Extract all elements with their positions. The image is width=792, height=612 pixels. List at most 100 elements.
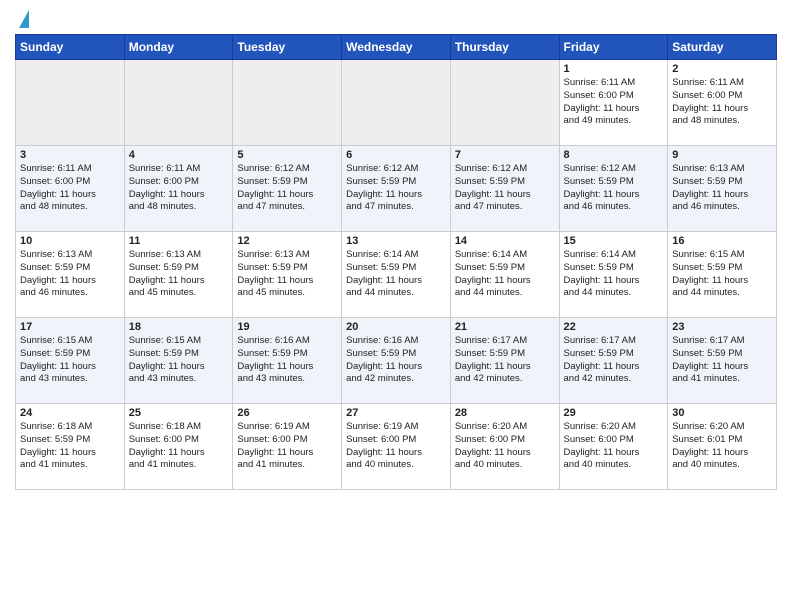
day-cell [16,60,125,146]
day-cell: 10 Sunrise: 6:13 AM Sunset: 5:59 PM Dayli… [16,232,125,318]
day-number: 2 [672,63,772,75]
day-info: Sunrise: 6:11 AM Sunset: 6:00 PM Dayligh… [564,77,664,128]
day-info: Sunrise: 6:17 AM Sunset: 5:59 PM Dayligh… [455,335,555,386]
day-number: 28 [455,407,555,419]
day-info: Sunrise: 6:14 AM Sunset: 5:59 PM Dayligh… [455,249,555,300]
day-info: Sunrise: 6:13 AM Sunset: 5:59 PM Dayligh… [672,163,772,214]
day-info: Sunrise: 6:15 AM Sunset: 5:59 PM Dayligh… [20,335,120,386]
logo-area [15,10,29,30]
day-cell: 22 Sunrise: 6:17 AM Sunset: 5:59 PM Dayli… [559,318,668,404]
day-header-wednesday: Wednesday [342,35,451,60]
day-cell: 24 Sunrise: 6:18 AM Sunset: 5:59 PM Dayli… [16,404,125,490]
day-info: Sunrise: 6:19 AM Sunset: 6:00 PM Dayligh… [346,421,446,472]
day-info: Sunrise: 6:18 AM Sunset: 5:59 PM Dayligh… [20,421,120,472]
day-number: 24 [20,407,120,419]
day-number: 22 [564,321,664,333]
day-cell [450,60,559,146]
day-cell: 27 Sunrise: 6:19 AM Sunset: 6:00 PM Dayli… [342,404,451,490]
day-cell: 14 Sunrise: 6:14 AM Sunset: 5:59 PM Dayli… [450,232,559,318]
day-info: Sunrise: 6:17 AM Sunset: 5:59 PM Dayligh… [672,335,772,386]
day-header-monday: Monday [124,35,233,60]
day-number: 9 [672,149,772,161]
day-cell: 18Sunrise: 6:15 AM Sunset: 5:59 PM Dayli… [124,318,233,404]
day-number: 12 [237,235,337,247]
day-number: 30 [672,407,772,419]
day-cell: 26 Sunrise: 6:19 AM Sunset: 6:00 PM Dayli… [233,404,342,490]
logo-text [15,10,29,30]
week-row-3: 10 Sunrise: 6:13 AM Sunset: 5:59 PM Dayli… [16,232,777,318]
day-info: Sunrise: 6:14 AM Sunset: 5:59 PM Dayligh… [564,249,664,300]
day-cell: 21Sunrise: 6:17 AM Sunset: 5:59 PM Dayli… [450,318,559,404]
day-cell: 28 Sunrise: 6:20 AM Sunset: 6:00 PM Dayli… [450,404,559,490]
day-cell: 13Sunrise: 6:14 AM Sunset: 5:59 PM Dayli… [342,232,451,318]
header [15,10,777,30]
day-header-tuesday: Tuesday [233,35,342,60]
day-cell: 3Sunrise: 6:11 AM Sunset: 6:00 PM Daylig… [16,146,125,232]
day-cell: 12 Sunrise: 6:13 AM Sunset: 5:59 PM Dayli… [233,232,342,318]
day-info: Sunrise: 6:16 AM Sunset: 5:59 PM Dayligh… [346,335,446,386]
calendar-body: 1 Sunrise: 6:11 AM Sunset: 6:00 PM Daylig… [16,60,777,490]
day-number: 27 [346,407,446,419]
day-cell: 19 Sunrise: 6:16 AM Sunset: 5:59 PM Dayli… [233,318,342,404]
day-cell: 25Sunrise: 6:18 AM Sunset: 6:00 PM Dayli… [124,404,233,490]
day-cell [233,60,342,146]
day-number: 19 [237,321,337,333]
day-header-friday: Friday [559,35,668,60]
day-cell: 9 Sunrise: 6:13 AM Sunset: 5:59 PM Daylig… [668,146,777,232]
day-number: 26 [237,407,337,419]
day-cell: 15 Sunrise: 6:14 AM Sunset: 5:59 PM Dayli… [559,232,668,318]
day-info: Sunrise: 6:16 AM Sunset: 5:59 PM Dayligh… [237,335,337,386]
day-info: Sunrise: 6:12 AM Sunset: 5:59 PM Dayligh… [237,163,337,214]
day-number: 14 [455,235,555,247]
day-number: 4 [129,149,229,161]
day-cell: 7Sunrise: 6:12 AM Sunset: 5:59 PM Daylig… [450,146,559,232]
day-cell: 11 Sunrise: 6:13 AM Sunset: 5:59 PM Dayli… [124,232,233,318]
day-number: 23 [672,321,772,333]
day-cell: 8Sunrise: 6:12 AM Sunset: 5:59 PM Daylig… [559,146,668,232]
day-info: Sunrise: 6:18 AM Sunset: 6:00 PM Dayligh… [129,421,229,472]
day-number: 11 [129,235,229,247]
day-number: 18 [129,321,229,333]
day-number: 10 [20,235,120,247]
day-header-thursday: Thursday [450,35,559,60]
day-info: Sunrise: 6:13 AM Sunset: 5:59 PM Dayligh… [237,249,337,300]
logo-triangle-icon [19,10,29,28]
day-cell [124,60,233,146]
day-info: Sunrise: 6:12 AM Sunset: 5:59 PM Dayligh… [346,163,446,214]
week-row-2: 3Sunrise: 6:11 AM Sunset: 6:00 PM Daylig… [16,146,777,232]
day-info: Sunrise: 6:12 AM Sunset: 5:59 PM Dayligh… [455,163,555,214]
day-cell [342,60,451,146]
day-info: Sunrise: 6:13 AM Sunset: 5:59 PM Dayligh… [129,249,229,300]
day-header-sunday: Sunday [16,35,125,60]
day-info: Sunrise: 6:20 AM Sunset: 6:00 PM Dayligh… [564,421,664,472]
day-info: Sunrise: 6:15 AM Sunset: 5:59 PM Dayligh… [672,249,772,300]
day-number: 1 [564,63,664,75]
day-info: Sunrise: 6:11 AM Sunset: 6:00 PM Dayligh… [20,163,120,214]
day-cell: 2 Sunrise: 6:11 AM Sunset: 6:00 PM Daylig… [668,60,777,146]
calendar-header: SundayMondayTuesdayWednesdayThursdayFrid… [16,35,777,60]
week-row-5: 24 Sunrise: 6:18 AM Sunset: 5:59 PM Dayli… [16,404,777,490]
day-info: Sunrise: 6:20 AM Sunset: 6:00 PM Dayligh… [455,421,555,472]
day-cell: 29 Sunrise: 6:20 AM Sunset: 6:00 PM Dayli… [559,404,668,490]
day-info: Sunrise: 6:20 AM Sunset: 6:01 PM Dayligh… [672,421,772,472]
day-number: 20 [346,321,446,333]
day-cell: 5 Sunrise: 6:12 AM Sunset: 5:59 PM Daylig… [233,146,342,232]
week-row-4: 17Sunrise: 6:15 AM Sunset: 5:59 PM Dayli… [16,318,777,404]
day-info: Sunrise: 6:11 AM Sunset: 6:00 PM Dayligh… [672,77,772,128]
day-cell: 1 Sunrise: 6:11 AM Sunset: 6:00 PM Daylig… [559,60,668,146]
day-info: Sunrise: 6:13 AM Sunset: 5:59 PM Dayligh… [20,249,120,300]
day-cell: 30 Sunrise: 6:20 AM Sunset: 6:01 PM Dayli… [668,404,777,490]
day-cell: 6 Sunrise: 6:12 AM Sunset: 5:59 PM Daylig… [342,146,451,232]
day-header-saturday: Saturday [668,35,777,60]
day-number: 15 [564,235,664,247]
week-row-1: 1 Sunrise: 6:11 AM Sunset: 6:00 PM Daylig… [16,60,777,146]
day-number: 6 [346,149,446,161]
day-info: Sunrise: 6:12 AM Sunset: 5:59 PM Dayligh… [564,163,664,214]
day-info: Sunrise: 6:17 AM Sunset: 5:59 PM Dayligh… [564,335,664,386]
day-cell: 17Sunrise: 6:15 AM Sunset: 5:59 PM Dayli… [16,318,125,404]
day-number: 29 [564,407,664,419]
day-info: Sunrise: 6:19 AM Sunset: 6:00 PM Dayligh… [237,421,337,472]
day-number: 5 [237,149,337,161]
day-cell: 4Sunrise: 6:11 AM Sunset: 6:00 PM Daylig… [124,146,233,232]
day-number: 13 [346,235,446,247]
